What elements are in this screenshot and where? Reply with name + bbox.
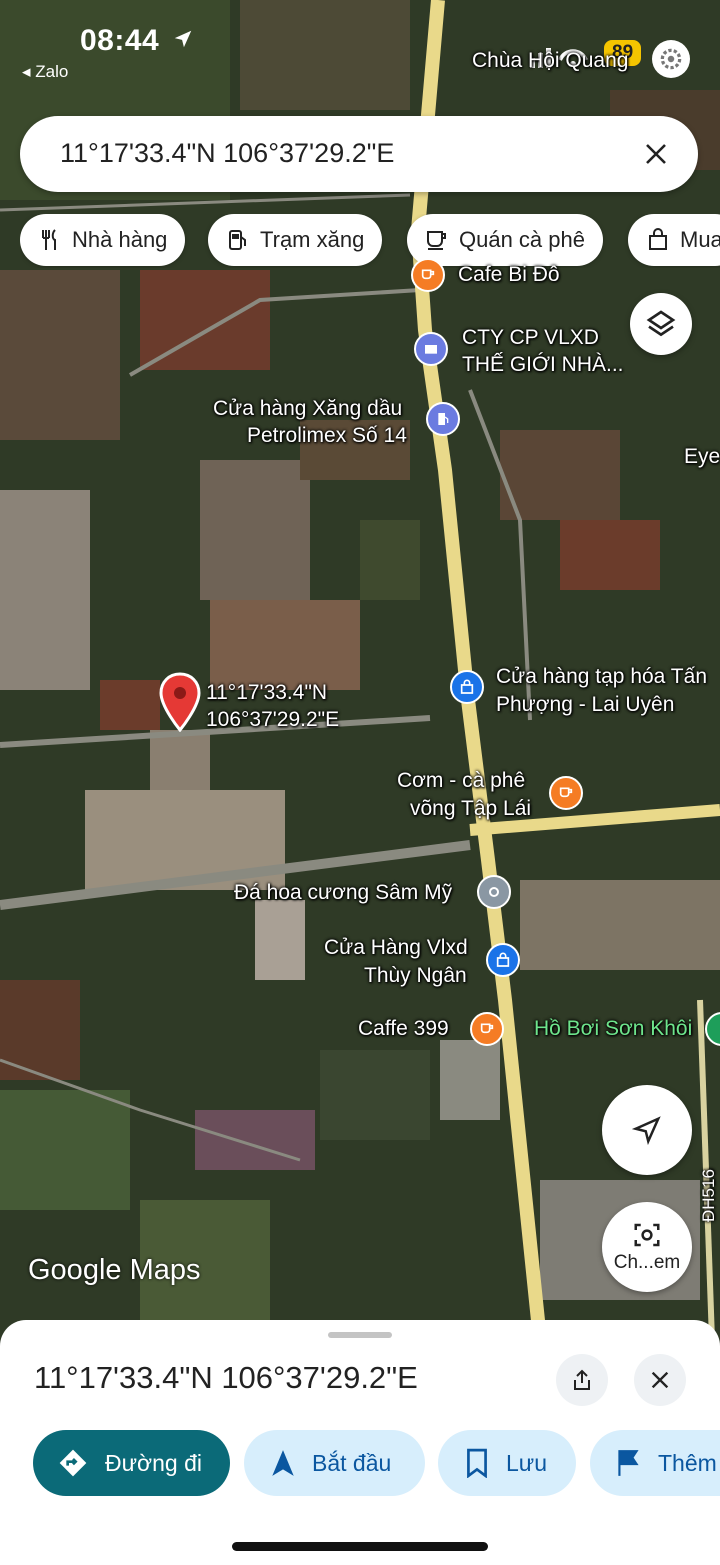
- status-bar: 08:44 ◂ Zalo 89: [0, 0, 720, 90]
- poi-label[interactable]: Cửa hàng tạp hóa Tấn: [496, 664, 707, 690]
- fork-knife-icon: [42, 229, 56, 250]
- map-settings-button[interactable]: [652, 40, 690, 78]
- close-icon: [651, 1371, 669, 1389]
- pin-label: 11°17'33.4"N: [206, 681, 328, 704]
- poi-label[interactable]: Đá hoa cương Sâm Mỹ: [234, 880, 452, 906]
- chip-label: Quán cà phê: [459, 227, 585, 252]
- search-bar[interactable]: 11°17'33.4"N 106°37'29.2"E: [20, 116, 698, 192]
- poi-label[interactable]: CTY CP VLXD: [462, 325, 599, 351]
- satellite-map[interactable]: 08:44 ◂ Zalo 89 Chùa Hội Quang 11°17'33.…: [0, 0, 720, 1340]
- coffee-cup-icon: [427, 231, 446, 250]
- action-label: Thêm: [658, 1449, 717, 1476]
- gear-icon: [660, 48, 682, 70]
- street-view-label: Ch...em: [613, 1252, 681, 1273]
- chip-label: Nhà hàng: [72, 227, 168, 252]
- poi-label[interactable]: Cafe Bi Đô: [458, 262, 560, 288]
- poi-tap-hoa[interactable]: [450, 670, 484, 704]
- action-label: Bắt đầu: [312, 1449, 392, 1476]
- map-label-eye[interactable]: Eye: [684, 444, 720, 470]
- my-location-button[interactable]: [602, 1085, 692, 1175]
- shopping-bag-icon: [649, 228, 667, 250]
- location-arrow-icon: [174, 30, 192, 48]
- poi-com-ca-phe[interactable]: [549, 776, 583, 810]
- pool-icon: [705, 1012, 720, 1046]
- close-sheet-button[interactable]: [634, 1354, 686, 1406]
- place-icon: [477, 875, 511, 909]
- poi-ho-boi[interactable]: [705, 1012, 720, 1046]
- poi-cafe-bi-do[interactable]: [411, 258, 445, 292]
- action-label: Đường đi: [105, 1449, 202, 1476]
- status-time: 08:44: [80, 24, 160, 57]
- share-button[interactable]: [556, 1354, 608, 1406]
- place-title: 11°17'33.4"N 106°37'29.2"E: [34, 1360, 418, 1395]
- home-indicator: [232, 1542, 488, 1551]
- poi-label[interactable]: Cửa hàng Xăng dầu: [213, 396, 402, 422]
- poi-vlxd-thuy-ngan[interactable]: [486, 943, 520, 977]
- category-chips: Nhà hàng Trạm xăng Quán cà phê Mua: [20, 214, 720, 268]
- shopping-bag-icon: [486, 943, 520, 977]
- sheet-drag-handle[interactable]: [328, 1332, 392, 1338]
- layers-button[interactable]: [630, 293, 692, 355]
- pin-label: 106°37'29.2"E: [206, 708, 340, 731]
- poi-label[interactable]: THẾ GIỚI NHÀ...: [462, 352, 624, 378]
- chip-label: Trạm xăng: [260, 227, 365, 252]
- search-query[interactable]: 11°17'33.4"N 106°37'29.2"E: [60, 138, 394, 169]
- poi-cty-vlxd[interactable]: [414, 332, 448, 366]
- road-label: ĐH516: [699, 1169, 718, 1222]
- directions-icon: [59, 1449, 87, 1477]
- gas-pump-icon: [229, 230, 246, 250]
- action-label: Lưu: [506, 1449, 547, 1476]
- layers-icon: [646, 310, 676, 337]
- directions-button[interactable]: Đường đi: [33, 1430, 230, 1496]
- poi-caffe-399[interactable]: [470, 1012, 504, 1046]
- back-to-app-link[interactable]: ◂ Zalo: [22, 62, 68, 82]
- dropped-pin[interactable]: [158, 672, 202, 737]
- chip-gas-stations[interactable]: Trạm xăng: [208, 214, 383, 266]
- poi-label[interactable]: Hồ Bơi Sơn Khôi: [534, 1016, 692, 1042]
- poi-label[interactable]: Petrolimex Số 14: [247, 423, 407, 449]
- bookmark-icon: [467, 1448, 487, 1478]
- save-button[interactable]: Lưu: [438, 1430, 576, 1496]
- clear-search-button[interactable]: [636, 134, 676, 174]
- poi-label[interactable]: Cơm - cà phê: [397, 768, 525, 794]
- building-icon: [414, 332, 448, 366]
- map-label-chua-hoi-quang[interactable]: Chùa Hội Quang: [472, 48, 628, 74]
- poi-label[interactable]: Cửa Hàng Vlxd: [324, 935, 468, 961]
- poi-label[interactable]: Phượng - Lai Uyên: [496, 692, 674, 718]
- chip-restaurants[interactable]: Nhà hàng: [20, 214, 186, 266]
- shopping-bag-icon: [450, 670, 484, 704]
- gas-pump-icon: [426, 402, 460, 436]
- place-sheet: 11°17'33.4"N 106°37'29.2"E Đường đi Bắt …: [0, 1320, 720, 1565]
- street-view-button[interactable]: Ch...em: [602, 1202, 692, 1292]
- poi-label[interactable]: võng Tập Lái: [410, 796, 531, 822]
- coffee-icon: [411, 258, 445, 292]
- camera-scan-icon: [634, 1223, 660, 1247]
- chip-label: Mua: [680, 227, 720, 252]
- close-icon: [646, 144, 666, 164]
- navigation-arrow-icon: [272, 1450, 294, 1476]
- map-pin-icon: [159, 672, 201, 733]
- google-maps-wordmark: Google Maps: [28, 1254, 201, 1286]
- poi-petrolimex[interactable]: [426, 402, 460, 436]
- chip-shopping[interactable]: Mua: [628, 214, 720, 266]
- coffee-icon: [549, 776, 583, 810]
- coffee-icon: [470, 1012, 504, 1046]
- start-button[interactable]: Bắt đầu: [244, 1430, 425, 1496]
- poi-label[interactable]: Thùy Ngân: [364, 963, 467, 989]
- more-button[interactable]: Thêm: [590, 1430, 720, 1496]
- navigation-arrow-icon: [632, 1116, 661, 1145]
- poi-label[interactable]: Caffe 399: [358, 1016, 449, 1042]
- poi-da-hoa-cuong[interactable]: [477, 875, 511, 909]
- share-icon: [574, 1369, 590, 1390]
- flag-icon: [618, 1450, 639, 1476]
